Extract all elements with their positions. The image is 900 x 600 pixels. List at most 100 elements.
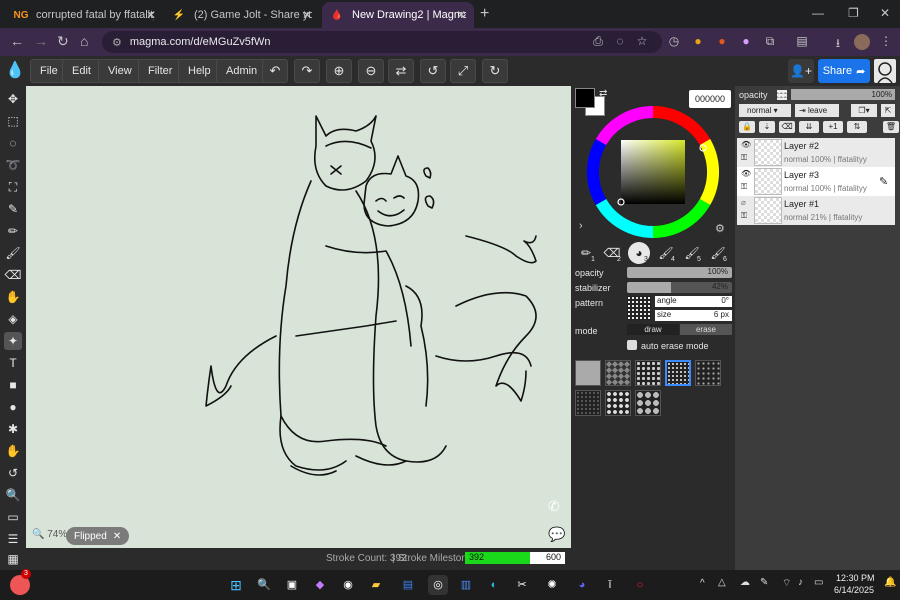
extension-mascot-icon[interactable]: ● xyxy=(690,34,706,50)
clear-layer-icon[interactable]: ⌫ xyxy=(779,121,795,133)
rotate-view-tool-icon[interactable]: ↺ xyxy=(4,464,22,482)
onedrive-icon[interactable]: ☁ xyxy=(740,577,750,588)
primary-color-swatch[interactable] xyxy=(575,88,595,108)
file-explorer-icon[interactable]: ▰ xyxy=(366,575,386,595)
comment-tool-icon[interactable]: ▭ xyxy=(4,508,22,526)
new-tab-button[interactable]: + xyxy=(480,5,489,23)
flip-horizontal-icon[interactable]: ⇄ xyxy=(388,59,414,83)
menu-help[interactable]: Help xyxy=(178,59,221,83)
pattern-preview[interactable] xyxy=(627,296,651,320)
clock-time[interactable]: 12:30 PM xyxy=(836,573,875,583)
move-layer-down-icon[interactable]: ⇣ xyxy=(759,121,775,133)
delete-layer-icon[interactable]: 🗑 xyxy=(883,121,899,133)
settings-gear-icon[interactable]: ⚙ xyxy=(715,222,725,235)
extension-orange-icon[interactable]: ● xyxy=(714,34,730,50)
windows-start-icon[interactable]: ⊞ xyxy=(226,575,246,595)
visibility-eye-icon[interactable]: 👁 xyxy=(741,140,751,149)
close-tab-icon[interactable]: ✕ xyxy=(456,8,466,22)
pencil-tool-icon[interactable]: ✏ xyxy=(4,222,22,240)
extension-cat-icon[interactable]: ● xyxy=(738,34,754,50)
layer-row-2[interactable]: 👁 ⚿ Layer #2 normal 100% | ffatalityy xyxy=(737,138,895,167)
pattern-dots-large[interactable] xyxy=(635,360,661,386)
layer-lock-icon[interactable]: ⚿ xyxy=(741,153,747,163)
clock-date[interactable]: 6/14/2025 xyxy=(834,585,874,595)
fullscreen-icon[interactable]: ⤢ xyxy=(450,59,476,83)
layer-row-1[interactable]: ⌀ ⚿ Layer #1 normal 21% | ffatalityy xyxy=(737,196,895,225)
paint-app-icon[interactable]: ǐ xyxy=(600,575,620,595)
pattern-circles[interactable] xyxy=(635,390,661,416)
zoom-indicator[interactable]: 🔍 74% xyxy=(32,529,67,540)
extension-clock-icon[interactable]: ◷ xyxy=(666,34,682,50)
menu-admin[interactable]: Admin xyxy=(216,59,268,83)
drawing-canvas[interactable]: ✆ 💬 xyxy=(26,86,571,548)
obs-icon[interactable]: ◉ xyxy=(338,575,358,595)
task-view-icon[interactable]: ▣ xyxy=(282,575,302,595)
weather-widget-icon[interactable]: 3 xyxy=(10,569,31,595)
magic-wand-tool-icon[interactable]: ✦ xyxy=(4,332,22,350)
menu-filter[interactable]: Filter xyxy=(138,59,183,83)
extensions-puzzle-icon[interactable]: ⧉ xyxy=(762,34,778,50)
browser-tab-newgrounds[interactable]: NG corrupted fatal by ffatalityy on ✕ xyxy=(6,2,164,28)
battery-icon[interactable]: ▭ xyxy=(814,577,823,588)
eye-off-icon[interactable]: ◌ xyxy=(612,34,628,50)
leave-button[interactable]: ⇥ leave xyxy=(795,104,839,117)
brush-tool-icon[interactable]: 🖌 xyxy=(4,244,22,262)
blend-mode-select[interactable]: normal ▾ xyxy=(739,104,791,117)
reload-icon[interactable]: ↻ xyxy=(57,33,69,50)
close-icon[interactable]: ✕ xyxy=(113,531,121,542)
phone-icon[interactable]: ✆ xyxy=(548,498,560,515)
chrome-icon[interactable]: ◎ xyxy=(428,575,448,595)
layer-export-button[interactable]: ⇱ xyxy=(881,104,895,117)
app-icon[interactable]: ▤ xyxy=(398,575,418,595)
layer-options-button[interactable]: ❐▾ xyxy=(851,104,877,117)
pattern-checker[interactable] xyxy=(605,360,631,386)
wifi-icon[interactable]: ⌔ xyxy=(782,577,791,590)
size-field[interactable]: size 6 px xyxy=(655,310,732,321)
minimize-icon[interactable]: — xyxy=(812,6,824,20)
profile-avatar-icon[interactable] xyxy=(854,34,870,50)
pattern-dots-bold[interactable] xyxy=(605,390,631,416)
eyedropper-tool-icon[interactable]: ✎ xyxy=(4,200,22,218)
share-button[interactable]: Share ➦ xyxy=(818,59,870,83)
chat-tool-icon[interactable]: ☰ xyxy=(4,530,22,548)
move-tool-icon[interactable]: ✥ xyxy=(4,90,22,108)
star-tool-icon[interactable]: ✱ xyxy=(4,420,22,438)
menu-edit[interactable]: Edit xyxy=(62,59,101,83)
layer-lock-icon[interactable]: ⚿ xyxy=(741,182,747,192)
visibility-hidden-icon[interactable]: ⌀ xyxy=(741,198,746,207)
color-wheel[interactable] xyxy=(587,106,719,238)
chat-bubble-icon[interactable]: 💬 xyxy=(548,526,565,543)
merge-layer-icon[interactable]: ⇊ xyxy=(799,121,819,133)
browser-tab-magma[interactable]: 🩸 New Drawing2 | Magma ✕ xyxy=(322,2,474,28)
opacity-slider[interactable]: 100% xyxy=(627,267,732,278)
close-tab-icon[interactable]: ✕ xyxy=(302,8,312,22)
smudge-tool-icon[interactable]: ✋ xyxy=(4,288,22,306)
zoom-out-icon[interactable]: ⊖ xyxy=(358,59,384,83)
bookmark-star-icon[interactable]: ☆ xyxy=(634,34,650,50)
transform-tool-icon[interactable]: ⛶ xyxy=(4,178,22,196)
flipped-badge[interactable]: Flipped ✕ xyxy=(66,527,130,545)
site-info-icon[interactable]: ⚙ xyxy=(112,36,122,49)
copilot-icon[interactable]: ◆ xyxy=(310,575,330,595)
undo-icon[interactable]: ↶ xyxy=(262,59,288,83)
snipping-icon[interactable]: ✂ xyxy=(512,575,532,595)
tray-app-icon[interactable]: △ xyxy=(718,577,726,588)
chatgpt-icon[interactable]: ✺ xyxy=(542,575,562,595)
back-icon[interactable]: ← xyxy=(10,33,24,49)
film-strip-tool-icon[interactable]: ▦ xyxy=(4,550,22,568)
tray-chevron-icon[interactable]: ^ xyxy=(700,578,705,589)
restore-icon[interactable]: ❐ xyxy=(848,6,859,20)
rect-select-tool-icon[interactable]: ⬚ xyxy=(4,112,22,130)
url-bar[interactable]: ⚙ magma.com/d/eMGuZv5fWn xyxy=(102,31,662,53)
volume-icon[interactable]: ♪ xyxy=(798,577,803,588)
duplicate-layer-icon[interactable]: ⇅ xyxy=(847,121,867,133)
discord-icon[interactable]: ◕ xyxy=(572,575,592,595)
install-app-icon[interactable]: ⎙ xyxy=(590,34,606,50)
edge-icon[interactable]: ◐ xyxy=(484,575,504,595)
pattern-dots-faint[interactable] xyxy=(575,390,601,416)
mode-erase-button[interactable]: erase xyxy=(680,324,732,335)
pattern-dots-selected[interactable] xyxy=(665,360,691,386)
text-tool-icon[interactable]: T xyxy=(4,354,22,372)
pattern-solid[interactable] xyxy=(575,360,601,386)
auto-erase-checkbox[interactable] xyxy=(627,340,637,350)
